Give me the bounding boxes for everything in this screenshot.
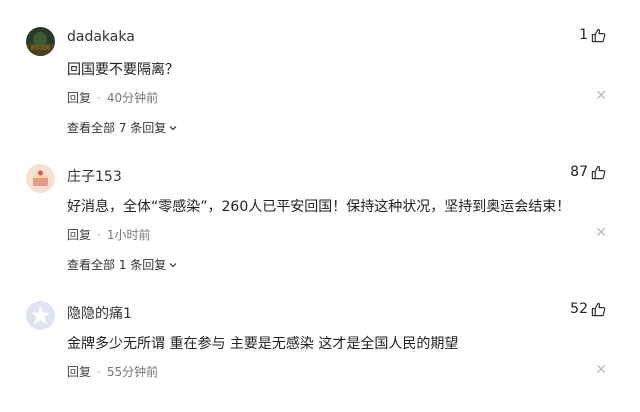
username[interactable]: 庄子153 (67, 166, 122, 186)
like-button[interactable]: 1 (579, 27, 606, 43)
comment-text: 金牌多少无所谓 重在参与 主要是无感染 这才是全国人民的期望 (67, 336, 459, 352)
reply-button[interactable]: 回复 (67, 226, 91, 243)
comment-item: 庄子153 87 好消息，全体“零感染”，260人已平安回国！保持这种状况，坚持… (0, 137, 640, 274)
username[interactable]: 隐隐的痛1 (67, 303, 132, 323)
comment-meta: 回复 · 55分钟前 (67, 363, 158, 380)
comment-meta: 回复 · 1小时前 (67, 226, 150, 243)
comment-text: 回国要不要隔离？ (67, 62, 179, 78)
chevron-down-icon (169, 262, 177, 267)
reply-button[interactable]: 回复 (67, 363, 91, 380)
avatar[interactable] (26, 164, 55, 193)
view-replies-link[interactable]: 查看全部 7 条回复 (67, 119, 178, 136)
view-replies-label: 查看全部 1 条回复 (67, 258, 167, 272)
username[interactable]: dadakaka (67, 29, 135, 45)
thumbs-up-icon (591, 302, 606, 316)
reply-button[interactable]: 回复 (67, 89, 91, 106)
timestamp: 1小时前 (106, 228, 151, 242)
like-count: 87 (570, 164, 588, 180)
separator-dot: · (97, 227, 101, 242)
thumbs-up-icon (591, 28, 606, 42)
comment-meta: 回复 · 40分钟前 (67, 89, 158, 106)
like-button[interactable]: 52 (570, 301, 606, 317)
view-replies-link[interactable]: 查看全部 1 条回复 (67, 256, 178, 273)
like-button[interactable]: 87 (570, 164, 606, 180)
thumbs-up-icon (591, 165, 606, 179)
comment-text: 好消息，全体“零感染”，260人已平安回国！保持这种状况，坚持到奥运会结束！ (67, 199, 571, 215)
close-icon[interactable]: ✕ (595, 225, 607, 241)
chevron-down-icon (169, 125, 177, 130)
close-icon[interactable]: ✕ (595, 88, 607, 104)
timestamp: 55分钟前 (106, 365, 159, 379)
like-count: 1 (579, 27, 588, 43)
comment-item: 隐隐的痛1 52 金牌多少无所谓 重在参与 主要是无感染 这才是全国人民的期望 … (0, 274, 640, 411)
close-icon[interactable]: ✕ (595, 362, 607, 378)
avatar[interactable] (26, 27, 55, 56)
timestamp: 40分钟前 (106, 91, 159, 105)
comment-item: dadakaka 1 回国要不要隔离？ 回复 · 40分钟前 ✕ 查看全部 7 … (0, 0, 640, 137)
separator-dot: · (97, 90, 101, 105)
view-replies-label: 查看全部 7 条回复 (67, 121, 167, 135)
like-count: 52 (570, 301, 588, 317)
separator-dot: · (97, 364, 101, 379)
avatar[interactable] (26, 301, 55, 330)
